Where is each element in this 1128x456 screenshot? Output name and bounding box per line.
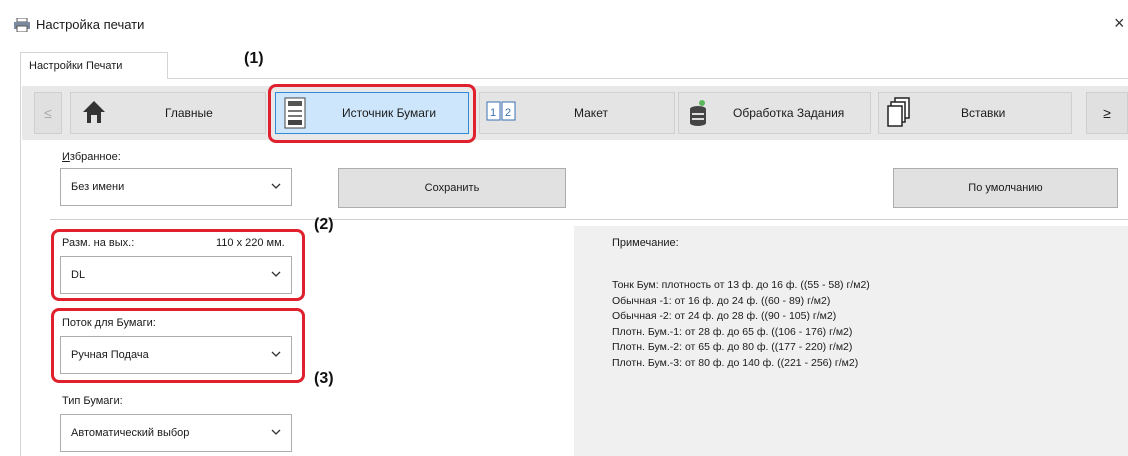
nav-main-button[interactable]: Главные	[70, 92, 266, 134]
favorites-select[interactable]: Без имени	[60, 168, 292, 206]
tab-divider	[168, 78, 1128, 79]
default-button[interactable]: По умолчанию	[893, 168, 1118, 208]
favorites-label: Избранное:	[62, 151, 121, 163]
nav-layout-button[interactable]: 1 2 Макет	[479, 92, 675, 134]
highlight-output-size	[51, 229, 305, 301]
note-line: Обычная -2: от 24 ф. до 28 ф. ((90 - 105…	[612, 310, 837, 322]
callout-1: (1)	[244, 50, 264, 67]
nav-label: Главные	[165, 106, 213, 120]
title-bar: Настройка печати ×	[0, 0, 1128, 48]
save-button-label: Сохранить	[424, 182, 480, 194]
note-line: Плотн. Бум.-1: от 28 ф. до 65 ф. ((106 -…	[612, 325, 853, 338]
home-icon	[83, 101, 105, 123]
paper-type-value: Автоматический выбор	[71, 427, 190, 439]
note-line: Тонк Бум: плотность от 13 ф. до 16 ф. ((…	[612, 279, 870, 291]
layout-icon: 1 2	[486, 101, 516, 121]
default-button-label: По умолчанию	[968, 182, 1043, 194]
close-button[interactable]: ×	[1114, 13, 1125, 34]
note-title: Примечание:	[612, 237, 679, 249]
tab-label: Настройки Печати	[29, 60, 123, 72]
note-line: Обычная -1: от 16 ф. до 24 ф. ((60 - 89)…	[612, 294, 831, 307]
panel-border	[20, 78, 21, 456]
window-title: Настройка печати	[36, 17, 145, 32]
nav-inserts-button[interactable]: Вставки	[878, 92, 1072, 134]
paper-type-select[interactable]: Автоматический выбор	[60, 414, 292, 452]
section-divider	[50, 219, 1128, 220]
nav-label: Макет	[574, 106, 608, 120]
svg-text:2: 2	[505, 107, 511, 119]
scroll-right-button[interactable]: ≥	[1086, 92, 1128, 134]
printer-icon	[14, 18, 30, 32]
save-button[interactable]: Сохранить	[338, 168, 566, 208]
tab-print-settings[interactable]: Настройки Печати	[20, 52, 168, 79]
highlight-paper-source	[51, 308, 305, 383]
note-lines: Тонк Бум: плотность от 13 ф. до 16 ф. ((…	[612, 278, 870, 371]
nav-label: Вставки	[961, 106, 1006, 120]
callout-3: (3)	[314, 370, 334, 387]
chevron-down-icon	[271, 429, 281, 435]
favorites-label-text: збранное:	[69, 151, 121, 163]
callout-2: (2)	[314, 216, 334, 233]
highlight-paper-source-tab	[268, 84, 476, 143]
paper-type-label: Тип Бумаги:	[62, 395, 123, 407]
note-line: Плотн. Бум.-2: от 65 ф. до 80 ф. ((177 -…	[612, 341, 853, 353]
nav-job-handling-button[interactable]: Обработка Задания	[678, 92, 871, 134]
inserts-icon	[887, 97, 910, 127]
chevron-down-icon	[271, 183, 281, 189]
svg-text:1: 1	[490, 107, 496, 119]
favorites-value: Без имени	[71, 181, 125, 193]
nav-label: Обработка Задания	[733, 106, 845, 120]
scroll-left-button[interactable]: ≤	[34, 92, 62, 134]
note-line: Плотн. Бум.-3: от 80 ф. до 140 ф. ((221 …	[612, 356, 859, 369]
job-handling-icon	[690, 100, 706, 126]
